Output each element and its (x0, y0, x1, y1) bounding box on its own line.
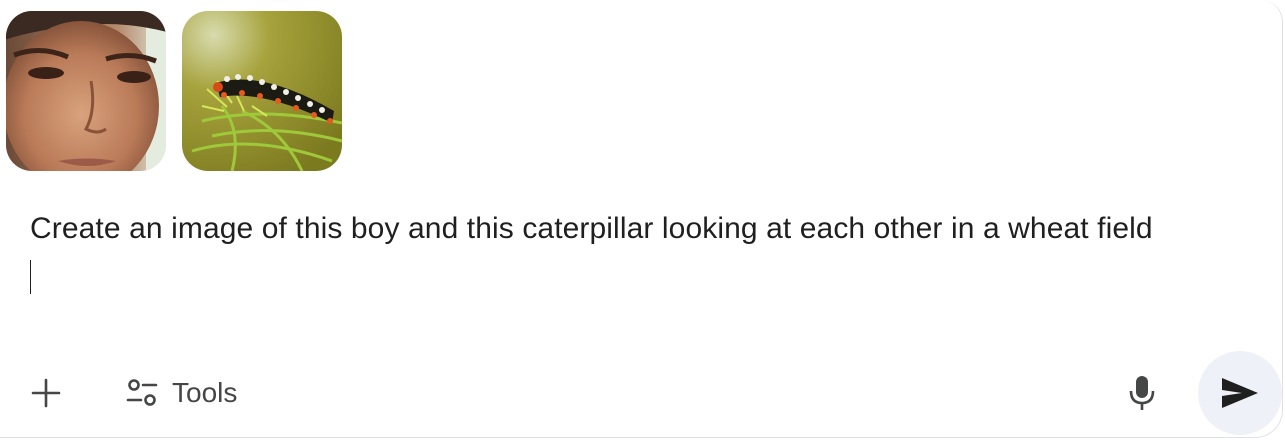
send-icon (1222, 378, 1258, 408)
tools-sliders-icon (126, 379, 158, 406)
send-button[interactable] (1198, 351, 1282, 435)
attachments-row (6, 11, 342, 171)
microphone-icon (1129, 376, 1155, 410)
caterpillar-photo (182, 11, 342, 171)
attachment-thumbnail-caterpillar[interactable] (182, 11, 342, 171)
prompt-input[interactable]: Create an image of this boy and this cat… (30, 205, 1240, 294)
text-cursor (30, 260, 31, 294)
add-button[interactable] (24, 371, 68, 415)
tools-label: Tools (172, 377, 238, 408)
prompt-text: Create an image of this boy and this cat… (30, 212, 1153, 245)
boy-photo (6, 11, 166, 171)
attachment-thumbnail-boy[interactable] (6, 11, 166, 171)
tools-button[interactable]: Tools (118, 369, 245, 417)
prompt-composer: Create an image of this boy and this cat… (0, 0, 1283, 438)
plus-icon (31, 378, 61, 408)
microphone-button[interactable] (1120, 370, 1164, 416)
